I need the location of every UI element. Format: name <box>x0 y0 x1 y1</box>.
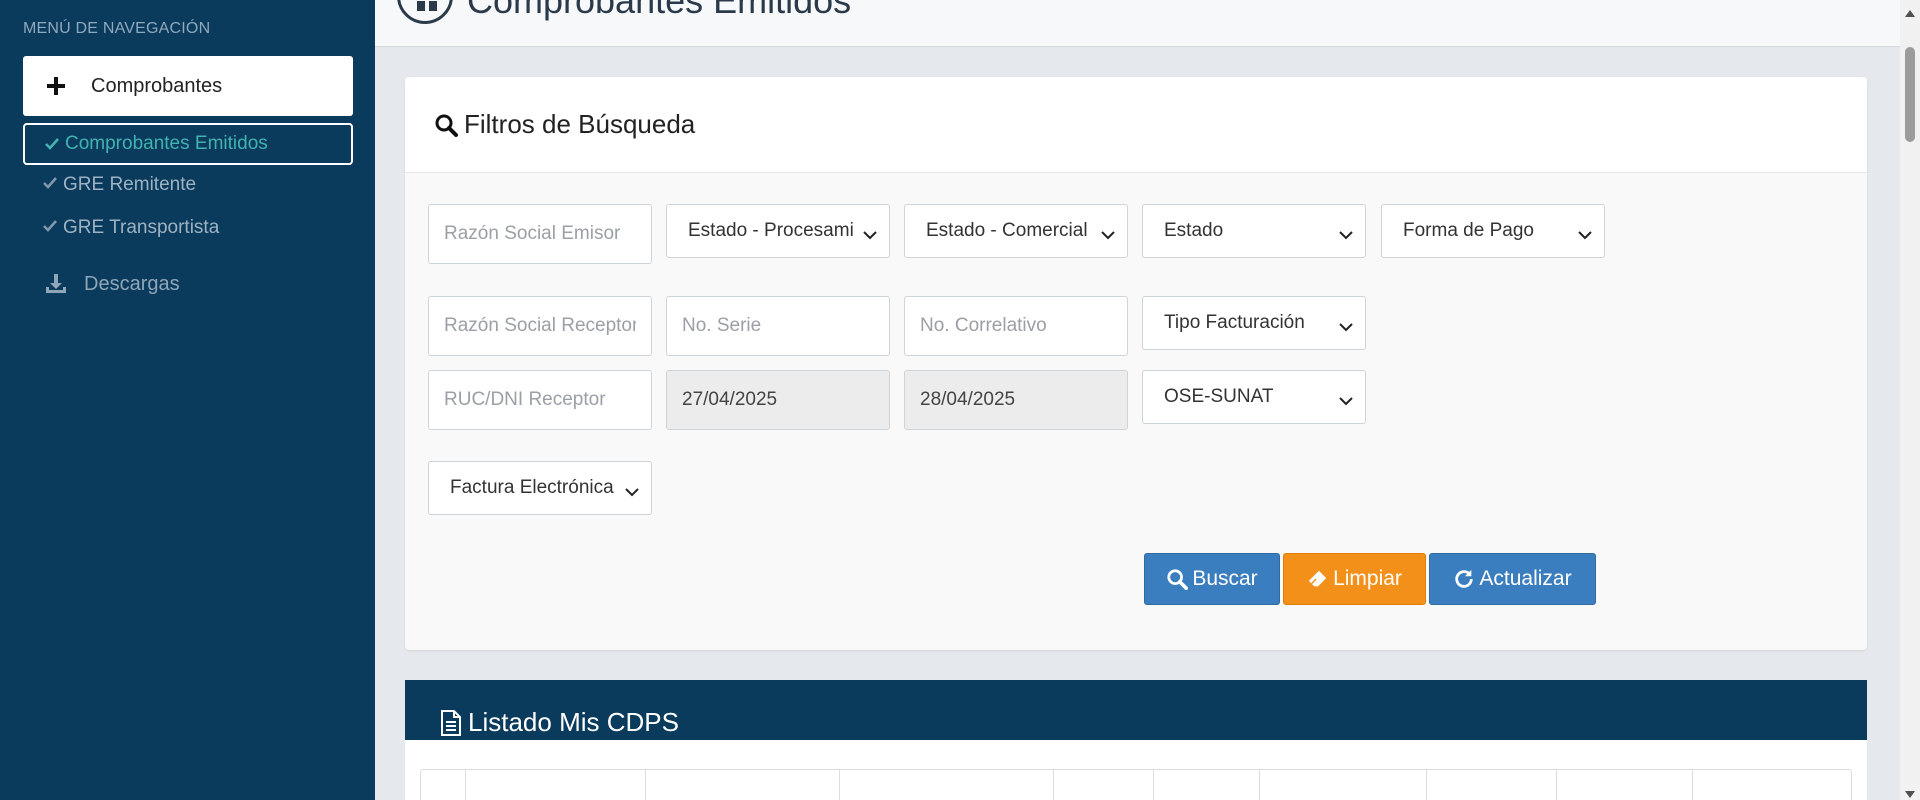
chevron-down-icon <box>1578 225 1592 240</box>
sidebar-item-label: Descargas <box>84 272 180 295</box>
actualizar-button[interactable]: Actualizar <box>1429 553 1596 605</box>
tipo-comprobante-select[interactable]: Factura Electrónica <box>428 461 652 515</box>
chevron-down-icon <box>1339 391 1353 406</box>
document-icon <box>440 710 462 736</box>
table-column <box>1427 770 1558 800</box>
search-icon <box>434 113 458 137</box>
table-column <box>466 770 646 800</box>
limpiar-button[interactable]: Limpiar <box>1283 553 1426 605</box>
chevron-down-icon <box>863 225 877 240</box>
tipo-facturacion-select[interactable]: Tipo Facturación <box>1142 296 1366 350</box>
razon-social-emisor-input[interactable] <box>428 204 652 264</box>
select-value: Tipo Facturación <box>1164 312 1305 333</box>
page-scrollbar[interactable] <box>1900 0 1920 800</box>
limpiar-label: Limpiar <box>1333 567 1402 590</box>
select-value: Estado - Procesami <box>688 220 854 241</box>
select-value: Estado <box>1164 220 1224 241</box>
ose-sunat-select[interactable]: OSE-SUNAT <box>1142 370 1366 424</box>
page-header: Comprobantes Emitidos <box>375 0 1900 47</box>
razon-social-receptor-input[interactable] <box>428 296 652 356</box>
table-column <box>1054 770 1154 800</box>
download-icon <box>44 272 68 296</box>
estado-comercial-select[interactable]: Estado - Comercial <box>904 204 1128 258</box>
sidebar: MENÚ DE NAVEGACIÓN Comprobantes Comproba… <box>0 0 375 800</box>
check-icon <box>43 176 57 191</box>
page-icon <box>397 0 453 24</box>
sidebar-item-gre-remitente[interactable]: GRE Remitente <box>23 164 353 206</box>
select-value: Forma de Pago <box>1403 220 1534 241</box>
check-icon <box>43 219 57 234</box>
forma-pago-select[interactable]: Forma de Pago <box>1381 204 1605 258</box>
no-serie-input[interactable] <box>666 296 890 356</box>
table-column <box>1260 770 1427 800</box>
buscar-label: Buscar <box>1192 567 1258 590</box>
table-column <box>1154 770 1260 800</box>
listing-title: Listado Mis CDPS <box>468 707 679 737</box>
table-column <box>840 770 1055 800</box>
scroll-thumb[interactable] <box>1905 47 1915 142</box>
chevron-down-icon <box>1339 317 1353 332</box>
search-icon <box>1166 568 1189 590</box>
select-value: Estado - Comercial <box>926 220 1088 241</box>
nav-header: MENÚ DE NAVEGACIÓN <box>23 20 211 37</box>
sidebar-item-label: Comprobantes Emitidos <box>65 133 268 154</box>
estado-select[interactable]: Estado <box>1142 204 1366 258</box>
table-column <box>1557 770 1694 800</box>
listing-table <box>420 769 1852 800</box>
scroll-down-icon[interactable] <box>1905 786 1915 798</box>
refresh-icon <box>1453 568 1475 590</box>
plus-icon <box>46 76 66 96</box>
estado-procesamiento-select[interactable]: Estado - Procesami <box>666 204 890 258</box>
chevron-down-icon <box>625 482 639 497</box>
chevron-down-icon <box>1339 225 1353 240</box>
check-icon <box>45 137 59 152</box>
select-value: Factura Electrónica <box>450 477 614 498</box>
sidebar-item-label: GRE Transportista <box>63 217 220 238</box>
select-value: OSE-SUNAT <box>1164 386 1274 407</box>
ruc-dni-input[interactable] <box>428 370 652 430</box>
eraser-icon <box>1307 568 1329 590</box>
page-title: Comprobantes Emitidos <box>467 0 852 21</box>
chevron-down-icon <box>1101 225 1115 240</box>
filters-title: Filtros de Búsqueda <box>464 109 696 139</box>
scroll-up-icon[interactable] <box>1905 4 1915 17</box>
actualizar-label: Actualizar <box>1479 567 1572 590</box>
buscar-button[interactable]: Buscar <box>1144 553 1280 605</box>
table-column <box>421 770 466 800</box>
sidebar-item-label: GRE Remitente <box>63 174 197 195</box>
sidebar-item-descargas[interactable]: Descargas <box>44 272 180 296</box>
sidebar-item-comprobantes-emitidos[interactable]: Comprobantes Emitidos <box>23 123 353 165</box>
fecha-inicio-input[interactable] <box>666 370 890 430</box>
filters-panel-header: Filtros de Búsqueda <box>405 77 1867 173</box>
listing-panel: Listado Mis CDPS <box>405 680 1867 800</box>
nav-group-comprobantes[interactable]: Comprobantes <box>23 56 353 116</box>
filters-panel: Filtros de Búsqueda Estado - Procesami E… <box>405 77 1867 650</box>
sidebar-item-gre-transportista[interactable]: GRE Transportista <box>23 207 353 249</box>
nav-group-label: Comprobantes <box>91 74 223 97</box>
table-column <box>646 770 841 800</box>
listing-header: Listado Mis CDPS <box>405 680 1867 740</box>
fecha-fin-input[interactable] <box>904 370 1128 430</box>
table-column <box>1693 770 1851 800</box>
no-correlativo-input[interactable] <box>904 296 1128 356</box>
